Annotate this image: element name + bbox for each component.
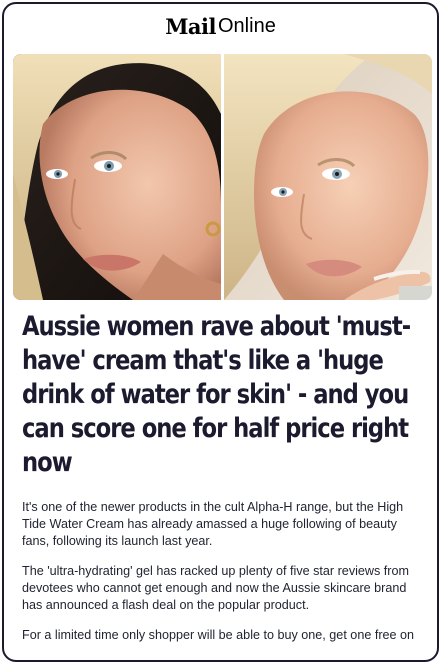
- brand-logo-mail: Mail: [165, 13, 216, 39]
- article-paragraph: It's one of the newer products in the cu…: [22, 500, 404, 548]
- article-content: Aussie women rave about 'must-have' crea…: [22, 310, 425, 642]
- article-paragraph: The 'ultra-hydrating' gel has racked up …: [22, 564, 409, 612]
- woman-selfie-photo[interactable]: [13, 54, 221, 300]
- woman-glowing-skin-photo[interactable]: [224, 54, 432, 300]
- masthead[interactable]: Mail Online: [4, 4, 437, 46]
- woman-selfie-image: [13, 54, 221, 300]
- phone-frame: Mail Online Aussie women rave about 'mus…: [2, 2, 439, 662]
- article-hero-images: [13, 54, 432, 300]
- article-headline[interactable]: Aussie women rave about 'must-have' crea…: [22, 310, 425, 480]
- brand-logo-online: Online: [218, 14, 276, 37]
- article-paragraph: For a limited time only shopper will be …: [22, 628, 415, 642]
- woman-glowing-skin-image: [224, 54, 432, 300]
